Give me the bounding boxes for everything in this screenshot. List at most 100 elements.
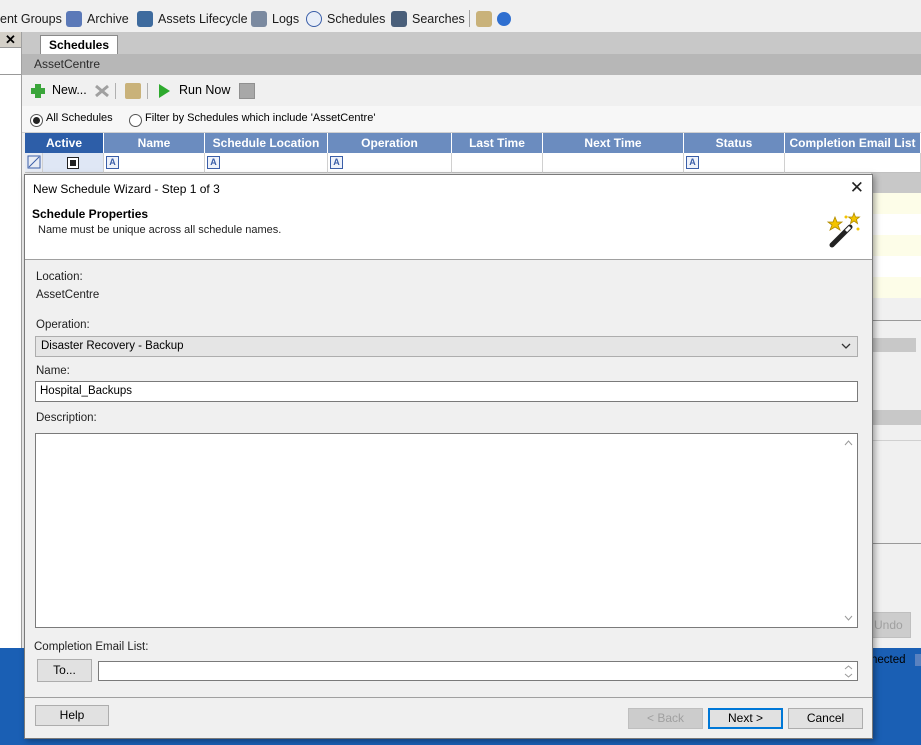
toolbar-archive[interactable]: Archive xyxy=(66,10,129,28)
column-header-completion-email[interactable]: Completion Email List xyxy=(785,133,921,153)
help-button[interactable]: Help xyxy=(35,705,109,726)
filter-cell-next-time[interactable] xyxy=(543,153,684,173)
filter-row-selector[interactable] xyxy=(25,153,43,173)
location-label: Location: xyxy=(36,271,83,283)
filter-cell-location[interactable]: A xyxy=(205,153,328,173)
column-header-active[interactable]: Active xyxy=(25,133,104,153)
left-panel-divider xyxy=(0,47,21,48)
filter-schedules-label: Filter by Schedules which include 'Asset… xyxy=(145,112,376,124)
details-divider xyxy=(871,440,921,441)
name-label: Name: xyxy=(36,365,70,377)
operation-label: Operation: xyxy=(36,319,90,331)
column-header-operation[interactable]: Operation xyxy=(328,133,452,153)
text-filter-icon: A xyxy=(106,156,119,169)
details-divider xyxy=(871,543,921,544)
radio-selected-icon xyxy=(30,114,43,128)
play-icon[interactable] xyxy=(156,83,172,99)
table-row[interactable] xyxy=(871,256,921,277)
filter-cell-status[interactable]: A xyxy=(684,153,785,173)
radio-unselected-icon xyxy=(129,114,142,128)
network-icon xyxy=(915,654,921,666)
scroll-down-icon[interactable] xyxy=(844,673,853,678)
tab-schedules[interactable]: Schedules xyxy=(40,35,119,55)
description-scrollbar[interactable] xyxy=(840,434,857,627)
cancel-button[interactable]: Cancel xyxy=(788,708,863,729)
filter-cell-email[interactable] xyxy=(785,153,921,173)
horizontal-scrollbar[interactable] xyxy=(871,338,916,352)
email-scrollbar[interactable] xyxy=(840,662,857,680)
delete-icon[interactable] xyxy=(94,83,110,99)
text-filter-icon: A xyxy=(686,156,699,169)
table-row[interactable] xyxy=(871,193,921,214)
edit-note-icon xyxy=(476,11,492,27)
edit-icon[interactable] xyxy=(125,83,141,99)
toolbar-separator xyxy=(469,10,470,27)
lifecycle-icon xyxy=(137,11,153,27)
scroll-up-icon[interactable] xyxy=(844,665,853,670)
name-input[interactable]: Hospital_Backups xyxy=(35,381,858,402)
close-icon[interactable]: ✕ xyxy=(850,178,864,198)
table-row[interactable] xyxy=(871,235,921,256)
undo-button[interactable]: Undo xyxy=(871,612,911,638)
toolbar-separator xyxy=(115,83,116,99)
operation-dropdown[interactable]: Disaster Recovery - Backup xyxy=(35,336,858,357)
action-bar: New... Run Now xyxy=(22,75,921,107)
table-row[interactable] xyxy=(871,277,921,298)
left-panel-close-icon[interactable]: ✕ xyxy=(0,32,21,47)
text-filter-icon: A xyxy=(207,156,220,169)
toolbar-edit[interactable] xyxy=(476,10,497,28)
footer-divider xyxy=(25,697,872,698)
binoculars-icon xyxy=(391,11,407,27)
toolbar-schedules[interactable]: Schedules xyxy=(306,10,385,28)
details-header xyxy=(871,410,921,425)
scroll-down-icon[interactable] xyxy=(844,615,853,621)
dialog-title: New Schedule Wizard - Step 1 of 3 xyxy=(33,182,220,196)
main-toolbar: ent Groups Archive Assets Lifecycle Logs… xyxy=(0,0,921,33)
new-schedule-wizard-dialog: New Schedule Wizard - Step 1 of 3 ✕ Sche… xyxy=(24,174,873,739)
all-schedules-radio[interactable] xyxy=(30,113,43,128)
logs-icon xyxy=(251,11,267,27)
column-header-status[interactable]: Status xyxy=(684,133,785,153)
toolbar-assets-lifecycle[interactable]: Assets Lifecycle xyxy=(137,10,248,28)
clock-icon xyxy=(306,11,322,27)
filter-cell-last-time[interactable] xyxy=(452,153,543,173)
filter-cell-operation[interactable]: A xyxy=(328,153,452,173)
step-heading: Schedule Properties xyxy=(32,207,149,221)
new-button[interactable]: New... xyxy=(52,83,87,97)
add-icon[interactable] xyxy=(30,83,46,99)
toolbar-searches[interactable]: Searches xyxy=(391,10,465,28)
stop-icon[interactable] xyxy=(239,83,255,99)
wizard-header: New Schedule Wizard - Step 1 of 3 ✕ Sche… xyxy=(25,175,872,260)
to-button[interactable]: To... xyxy=(37,659,92,682)
breadcrumb: AssetCentre xyxy=(22,54,921,75)
description-label: Description: xyxy=(36,412,97,424)
table-row[interactable] xyxy=(871,214,921,235)
toolbar-help[interactable] xyxy=(497,10,516,28)
description-textarea[interactable] xyxy=(35,433,858,628)
back-button[interactable]: < Back xyxy=(628,708,703,729)
scroll-up-icon[interactable] xyxy=(844,440,853,446)
run-now-button[interactable]: Run Now xyxy=(179,83,230,97)
column-header-next-time[interactable]: Next Time xyxy=(543,133,684,153)
toolbar-separator xyxy=(147,83,148,99)
filter-cell-active[interactable] xyxy=(43,153,104,173)
pane-divider xyxy=(871,320,921,321)
left-panel: ✕ xyxy=(0,32,22,648)
tab-strip: Schedules xyxy=(22,32,921,55)
filter-schedules-radio[interactable] xyxy=(129,113,142,128)
chevron-down-icon xyxy=(841,343,851,349)
column-header-last-time[interactable]: Last Time xyxy=(452,133,543,153)
email-label: Completion Email List: xyxy=(34,641,149,653)
column-header-schedule-location[interactable]: Schedule Location xyxy=(205,133,328,153)
grid-group-row xyxy=(871,173,921,193)
filter-cell-name[interactable]: A xyxy=(104,153,205,173)
text-filter-icon: A xyxy=(330,156,343,169)
next-button[interactable]: Next > xyxy=(708,708,783,729)
status-text: nected xyxy=(871,654,906,666)
toolbar-logs[interactable]: Logs xyxy=(251,10,299,28)
magic-wand-icon xyxy=(826,211,861,248)
left-panel-divider xyxy=(0,74,21,75)
email-list-input[interactable] xyxy=(98,661,858,681)
column-header-name[interactable]: Name xyxy=(104,133,205,153)
toolbar-client-groups[interactable]: ent Groups xyxy=(0,10,62,28)
